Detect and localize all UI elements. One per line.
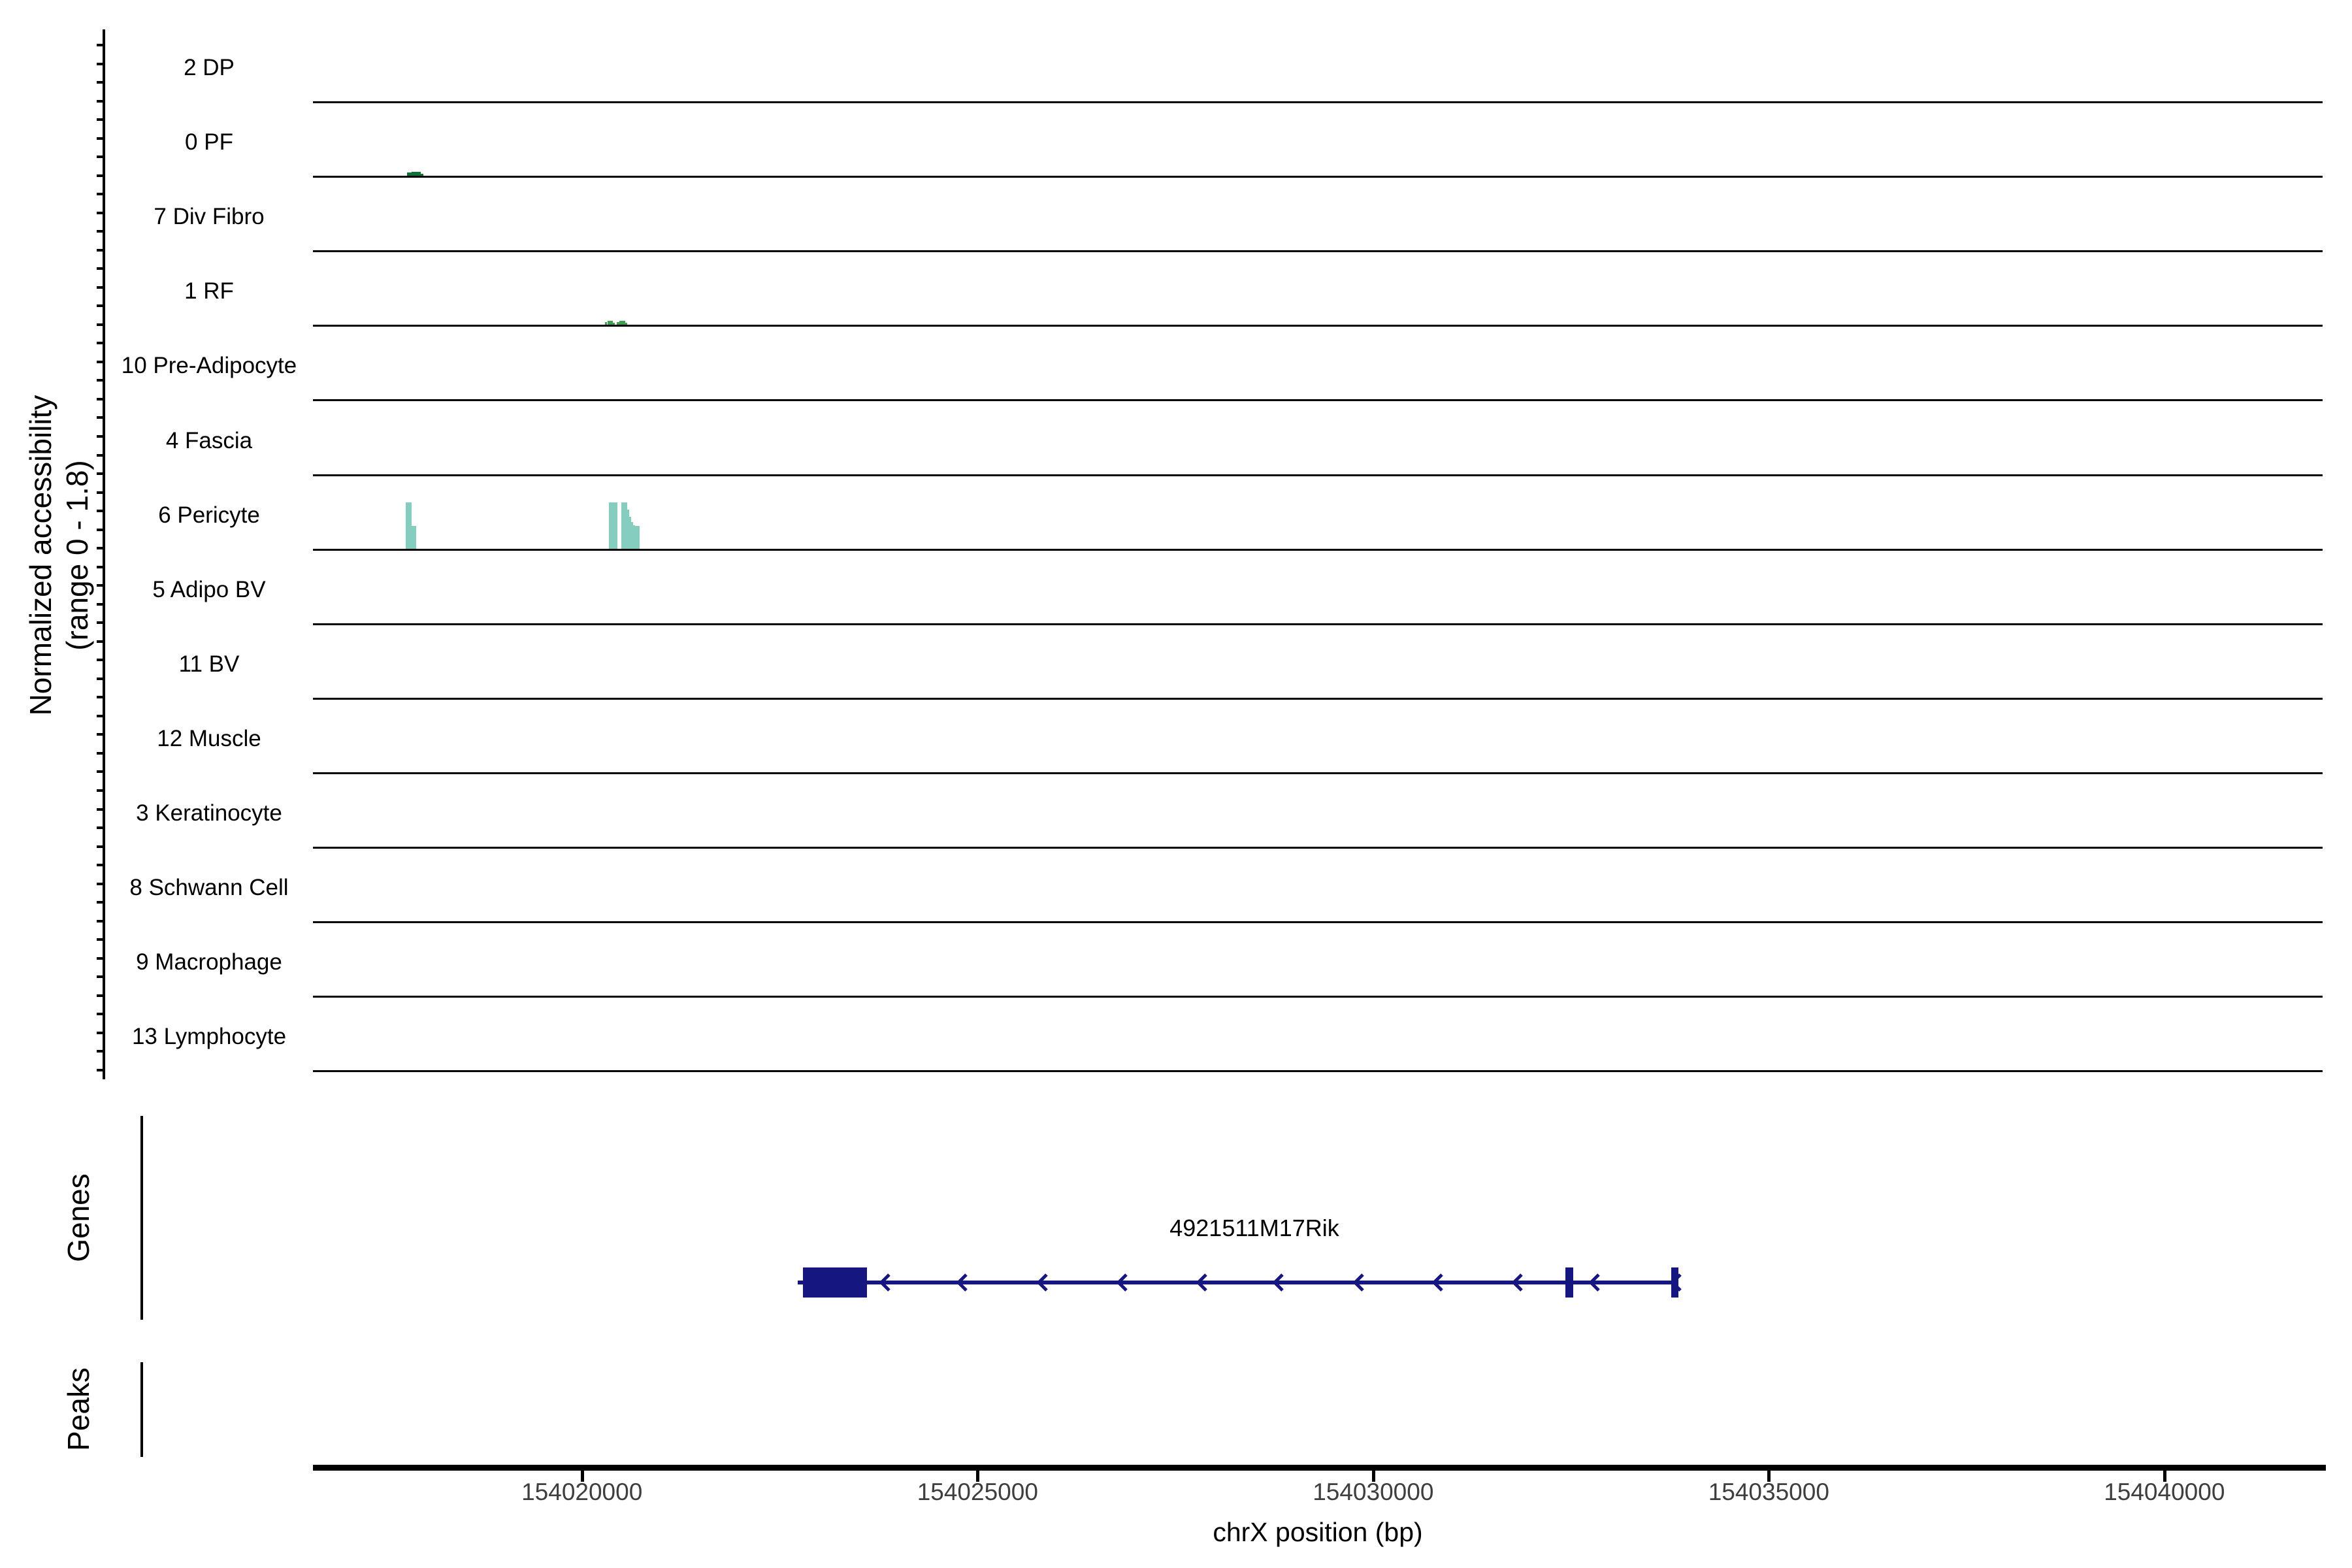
track-baseline: [313, 101, 2323, 103]
track-label: 5 Adipo BV: [152, 577, 266, 602]
track-baseline: [313, 399, 2323, 401]
y-axis-tick: [97, 267, 104, 270]
gene-name: 4921511M17Rik: [1169, 1215, 1339, 1241]
track-baseline: [313, 325, 2323, 327]
gene-strand-arrow-icon: [1036, 1273, 1048, 1292]
track-label: 1 RF: [184, 278, 234, 304]
y-axis-tick: [97, 994, 104, 997]
y-axis-tick: [97, 472, 104, 475]
y-axis-tick: [97, 1013, 104, 1015]
x-axis-tick-label: 154035000: [1708, 1478, 1829, 1505]
y-axis-tick: [97, 1069, 104, 1071]
y-axis-tick: [97, 174, 104, 177]
y-axis-tick: [97, 566, 104, 568]
track-label: 8 Schwann Cell: [129, 875, 289, 900]
gene-exon: [802, 1267, 867, 1298]
track-baseline: [313, 250, 2323, 252]
genes-section-label: Genes: [61, 1173, 95, 1262]
y-axis-tick: [97, 696, 104, 698]
signal-peak: [608, 502, 617, 549]
y-axis-tick: [97, 44, 104, 46]
gene-exon: [1565, 1267, 1574, 1298]
genes-section-bracket: [140, 1116, 143, 1320]
track-label: 6 Pericyte: [158, 502, 260, 528]
x-axis-tick-label: 154030000: [1313, 1478, 1434, 1505]
gene-strand-arrow-icon: [1511, 1273, 1523, 1292]
gene-strand-arrow-icon: [1116, 1273, 1128, 1292]
y-axis-tick: [97, 100, 104, 103]
track-label: 13 Lymphocyte: [131, 1024, 287, 1049]
y-axis-tick: [97, 398, 104, 400]
track-label: 10 Pre-Adipocyte: [121, 353, 297, 378]
track-label: 12 Muscle: [157, 726, 261, 751]
track-label: 3 Keratinocyte: [136, 800, 282, 826]
track-baseline: [313, 176, 2323, 178]
x-axis-line: [313, 1465, 2326, 1471]
x-axis-tick-label: 154025000: [917, 1478, 1038, 1505]
signal-peak: [634, 526, 640, 549]
y-axis-tick: [97, 770, 104, 773]
track-baseline: [313, 772, 2323, 774]
y-axis-tick: [97, 118, 104, 121]
coverage-plot-figure: Normalized accessibility (range 0 - 1.8)…: [0, 0, 2352, 1568]
y-axis-tick: [97, 715, 104, 717]
track-baseline: [313, 474, 2323, 476]
track-label: 0 PF: [185, 129, 233, 155]
y-axis-tick: [97, 249, 104, 252]
peaks-section-bracket: [140, 1362, 143, 1457]
track-label: 7 Div Fibro: [154, 204, 265, 229]
track-baseline: [313, 996, 2323, 998]
gene-strand-arrow-icon: [1431, 1273, 1444, 1292]
gene-strand-arrow-icon: [956, 1273, 968, 1292]
track-label: 9 Macrophage: [136, 949, 282, 975]
gene-strand-arrow-icon: [1272, 1273, 1284, 1292]
track-baseline: [313, 623, 2323, 625]
track-baseline: [313, 1070, 2323, 1072]
gene-strand-arrow-icon: [1670, 1273, 1682, 1292]
gene-strand-arrow-icon: [1588, 1273, 1600, 1292]
gene-strand-arrow-icon: [1352, 1273, 1364, 1292]
y-axis-tick: [97, 193, 104, 195]
track-baseline: [313, 698, 2323, 700]
y-axis-tick: [97, 789, 104, 792]
x-axis-tick-label: 154040000: [2104, 1478, 2225, 1505]
y-axis-tick: [97, 416, 104, 419]
y-axis-tick: [97, 547, 104, 549]
y-axis-tick: [97, 920, 104, 923]
y-axis-tick: [97, 323, 104, 326]
y-axis-tick: [97, 845, 104, 848]
signal-peak: [405, 502, 412, 549]
y-axis-tick: [97, 342, 104, 344]
track-baseline: [313, 549, 2323, 551]
x-axis-title: chrX position (bp): [1213, 1517, 1423, 1547]
track-baseline: [313, 847, 2323, 849]
signal-peak: [621, 502, 627, 549]
gene-body-line: [798, 1281, 1679, 1284]
gene-strand-arrow-icon: [1196, 1273, 1208, 1292]
y-axis-tick: [97, 491, 104, 494]
track-label: 4 Fascia: [165, 428, 253, 453]
signal-peak: [411, 526, 417, 549]
x-axis-tick-label: 154020000: [521, 1478, 643, 1505]
y-axis-tick: [97, 640, 104, 643]
gene-strand-arrow-icon: [879, 1273, 890, 1292]
track-label: 2 DP: [184, 55, 235, 80]
peaks-section-label: Peaks: [61, 1367, 95, 1451]
track-label: 11 BV: [178, 651, 240, 677]
y-axis-tick: [97, 621, 104, 624]
y-axis-tick: [97, 864, 104, 866]
track-baseline: [313, 921, 2323, 923]
y-axis-tick: [97, 938, 104, 941]
y-axis-title-line1: Normalized accessibility: [24, 395, 57, 716]
